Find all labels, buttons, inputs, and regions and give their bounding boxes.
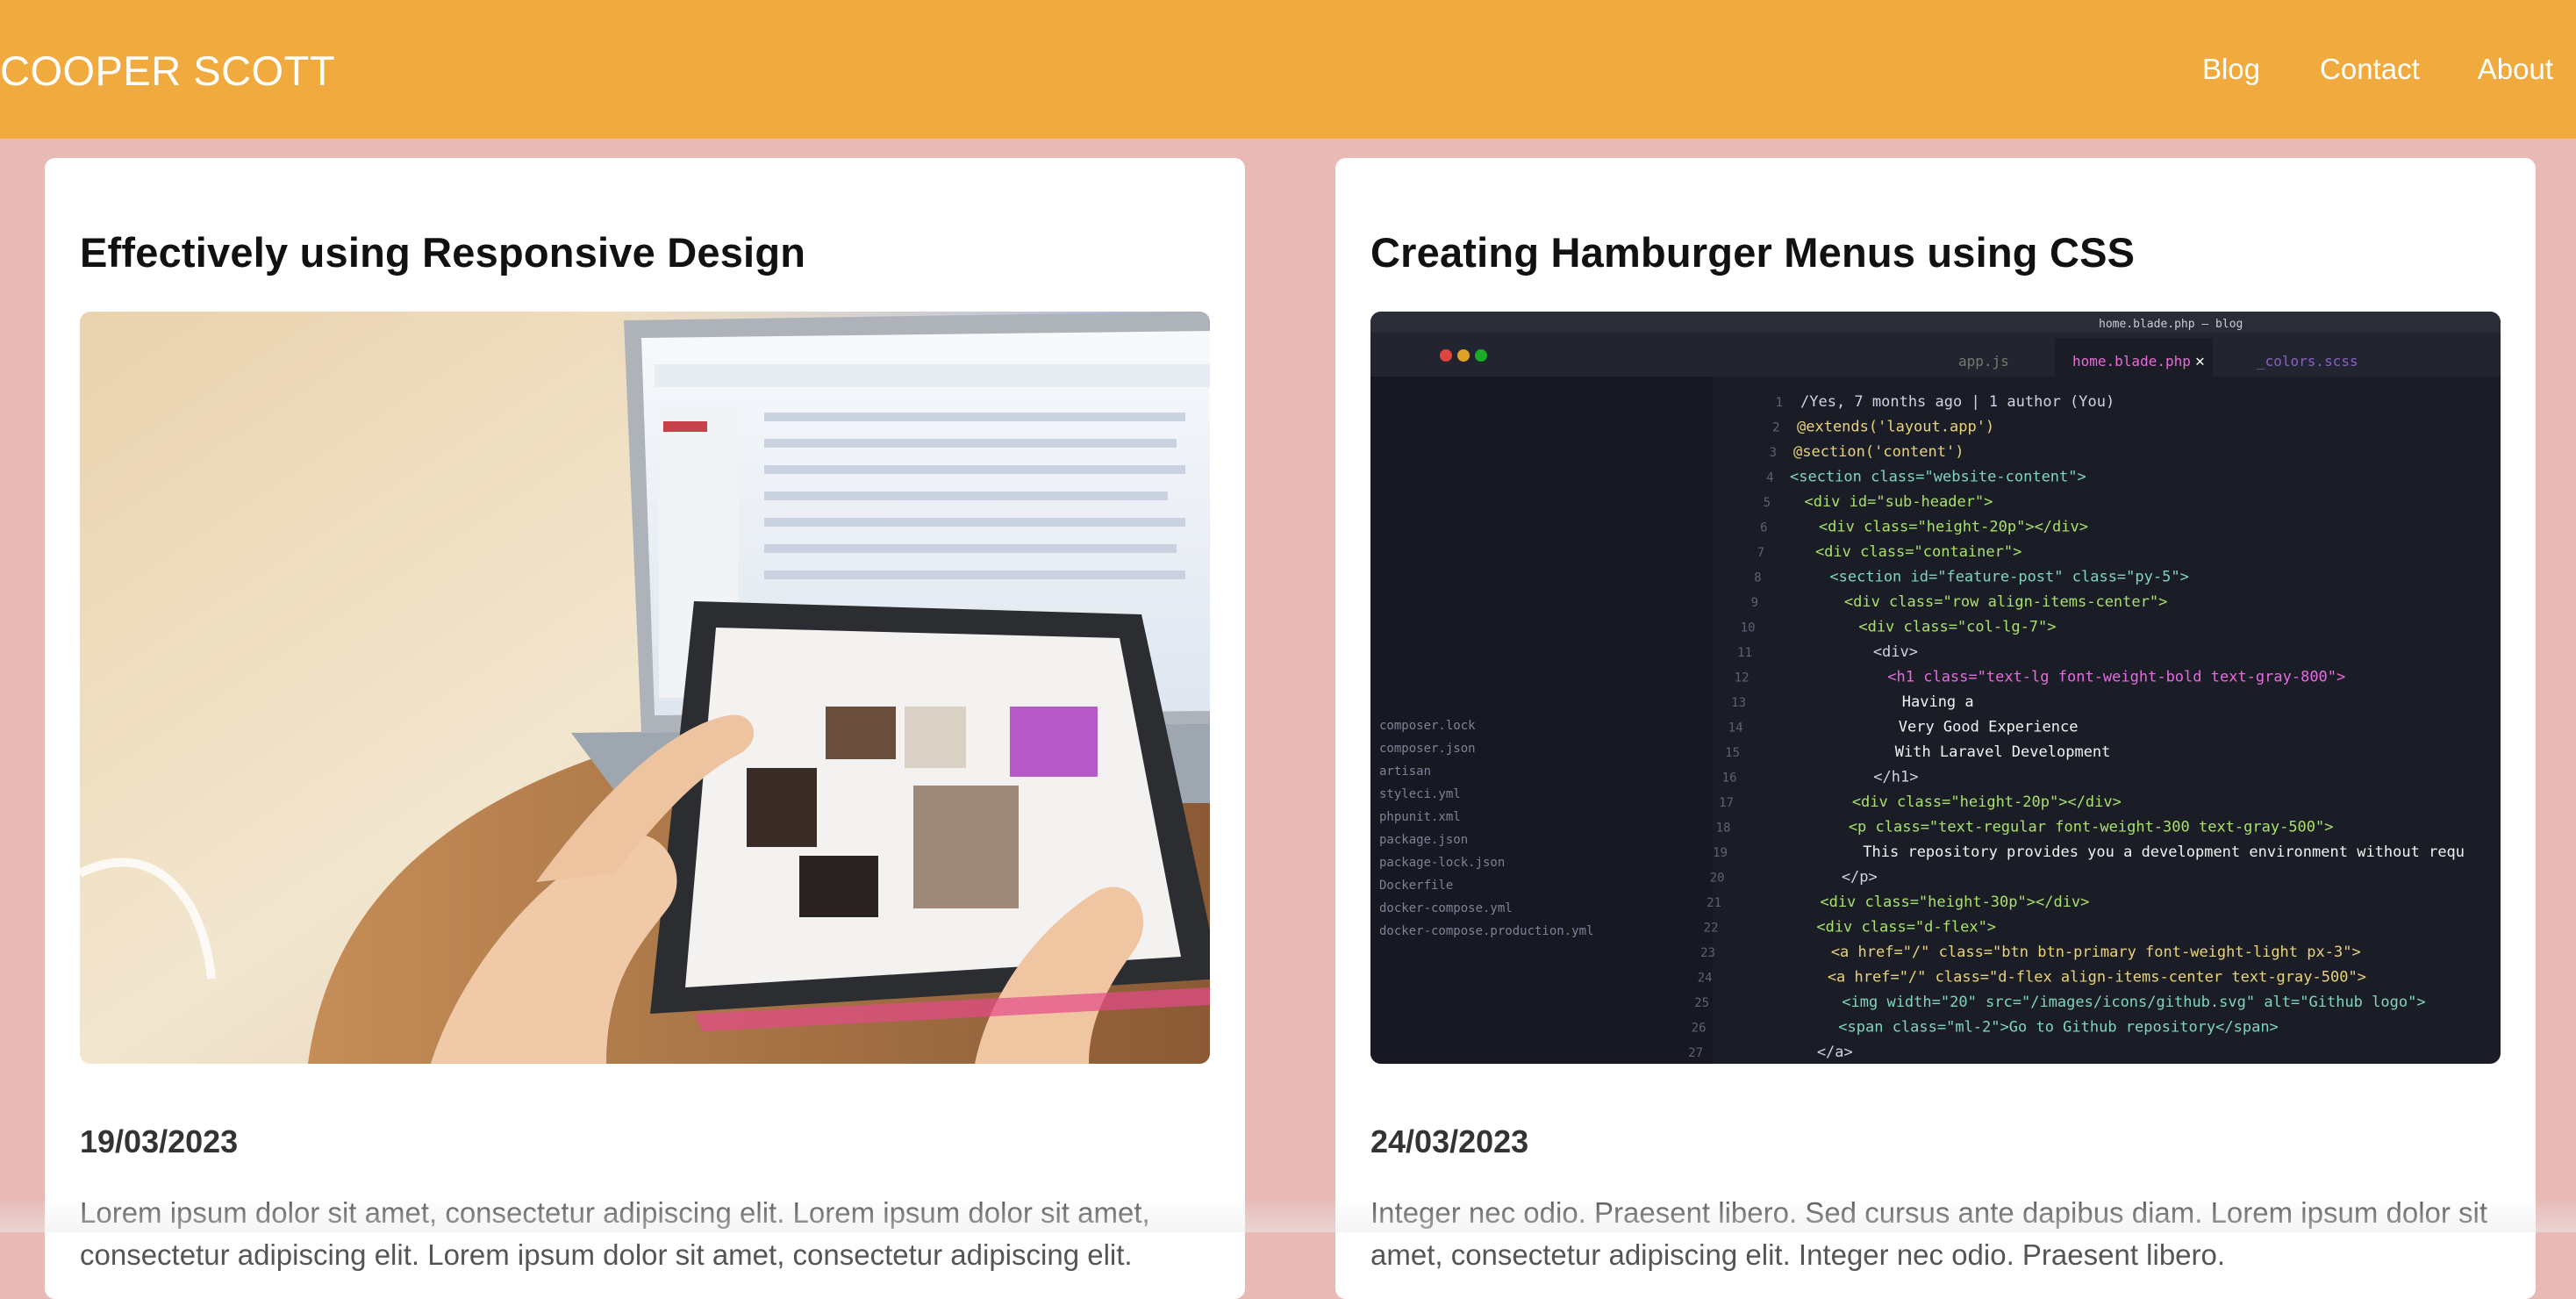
post-date: 24/03/2023 [1370,1123,1528,1160]
post-card[interactable]: Creating Hamburger Menus using CSS home.… [1335,158,2536,1299]
nav-link-blog[interactable]: Blog [2202,53,2260,86]
code-line: <div class="row align-items-center"> [1772,593,2167,611]
code-editor-photo: home.blade.php — blog home.blade.php ✕ _… [1370,312,2501,1064]
line-number: 10 [1741,621,1756,635]
sidebar-file[interactable]: artisan [1379,764,1431,779]
line-number: 24 [1698,972,1713,986]
editor-tab[interactable]: app.js [1958,353,2009,370]
post-excerpt: Integer nec odio. Praesent libero. Sed c… [1370,1192,2501,1276]
code-line: This repository provides you a developme… [1737,843,2465,861]
line-number: 8 [1754,571,1761,585]
code-line: </p> [1734,869,1878,886]
site-header: COOPER SCOTT Blog Contact About [0,0,2576,139]
site-brand[interactable]: COOPER SCOTT [0,47,335,95]
line-number: 6 [1760,521,1767,535]
code-line: <img width="20" src="/images/icons/githu… [1716,994,2426,1011]
tablet-photo [80,312,1210,1064]
code-line: /Yes, 7 months ago | 1 author (You) [1800,393,2114,411]
sidebar-file[interactable]: phpunit.xml [1379,810,1461,824]
editor-tab[interactable]: _colors.scss [2257,353,2358,370]
code-line: <div class="d-flex"> [1727,919,1996,937]
line-number: 14 [1728,721,1743,736]
line-number: 3 [1770,446,1777,460]
line-number: 5 [1764,496,1771,510]
line-number: 27 [1688,1046,1703,1060]
sidebar-file[interactable]: composer.json [1379,742,1476,756]
sidebar-file[interactable]: package.json [1379,833,1468,847]
code-line: <div> [1765,643,1918,661]
code-line: <div class="height-30p"></div> [1730,894,2089,911]
sidebar-file[interactable]: docker-compose.production.yml [1379,924,1593,938]
code-line: <a href="/" class="btn btn-primary font-… [1723,944,2361,961]
post-image[interactable] [80,312,1210,1064]
code-line: Very Good Experience [1755,719,2078,736]
code-line: <section id="feature-post" class="py-5"> [1776,569,2189,586]
code-line: <span class="ml-2">Go to Github reposito… [1713,1019,2279,1037]
line-number: 7 [1757,546,1764,560]
editor-tab-active[interactable]: home.blade.php [2072,353,2191,370]
nav-link-about[interactable]: About [2478,53,2553,86]
code-line: <div class="container"> [1779,543,2021,561]
line-number: 18 [1716,822,1731,836]
code-line: <a href="/" class="d-flex align-items-ce… [1720,969,2366,987]
line-number: 22 [1704,922,1719,936]
tab-close-icon[interactable]: ✕ [2195,352,2205,370]
line-number: 4 [1766,471,1773,485]
code-line: <p class="text-regular font-weight-300 t… [1741,819,2334,836]
post-title[interactable]: Creating Hamburger Menus using CSS [1370,228,2135,276]
line-number: 9 [1751,596,1758,610]
post-image[interactable]: home.blade.php — blog home.blade.php ✕ _… [1370,312,2501,1064]
line-number: 17 [1719,796,1734,810]
code-line: <h1 class="text-lg font-weight-bold text… [1762,669,2345,686]
code-line: </h1> [1748,769,1918,786]
sidebar-file[interactable]: docker-compose.yml [1379,901,1513,915]
line-number: 1 [1776,396,1783,410]
line-number: 21 [1707,896,1721,910]
sidebar-file[interactable]: package-lock.json [1379,856,1505,870]
main-nav: Blog Contact About [2202,53,2576,86]
code-line: <div class="height-20p"></div> [1783,519,2088,536]
line-number: 20 [1710,872,1725,886]
code-line: @extends('layout.app') [1797,419,1994,436]
code-line: <div class="col-lg-7"> [1769,619,2057,636]
editor-window-title: home.blade.php — blog [2099,318,2243,331]
line-number: 12 [1735,671,1750,685]
post-card[interactable]: Effectively using Responsive Design [45,158,1245,1299]
line-number: 26 [1692,1022,1707,1036]
sidebar-file[interactable]: composer.lock [1379,719,1476,733]
code-line: <div class="height-20p"></div> [1744,793,2122,811]
line-number: 23 [1700,946,1715,960]
post-title[interactable]: Effectively using Responsive Design [80,228,805,276]
line-number: 13 [1731,696,1746,710]
nav-link-contact[interactable]: Contact [2320,53,2420,86]
code-line: Having a [1758,693,1974,711]
code-line: @section('content') [1793,443,1964,461]
line-number: 15 [1725,746,1740,760]
post-date: 19/03/2023 [80,1123,238,1160]
line-number: 19 [1713,846,1728,860]
code-line: </a> [1709,1044,1853,1061]
line-number: 11 [1737,646,1752,660]
line-number: 25 [1694,996,1709,1010]
line-number: 16 [1722,772,1737,786]
sidebar-file[interactable]: Dockerfile [1379,879,1453,893]
post-excerpt: Lorem ipsum dolor sit amet, consectetur … [80,1192,1210,1276]
sidebar-file[interactable]: styleci.yml [1379,787,1461,801]
code-line: With Laravel Development [1751,743,2110,761]
code-line: <div id="sub-header"> [1786,493,1993,511]
code-line: <section class="website-content"> [1790,469,2086,486]
line-number: 2 [1772,421,1779,435]
